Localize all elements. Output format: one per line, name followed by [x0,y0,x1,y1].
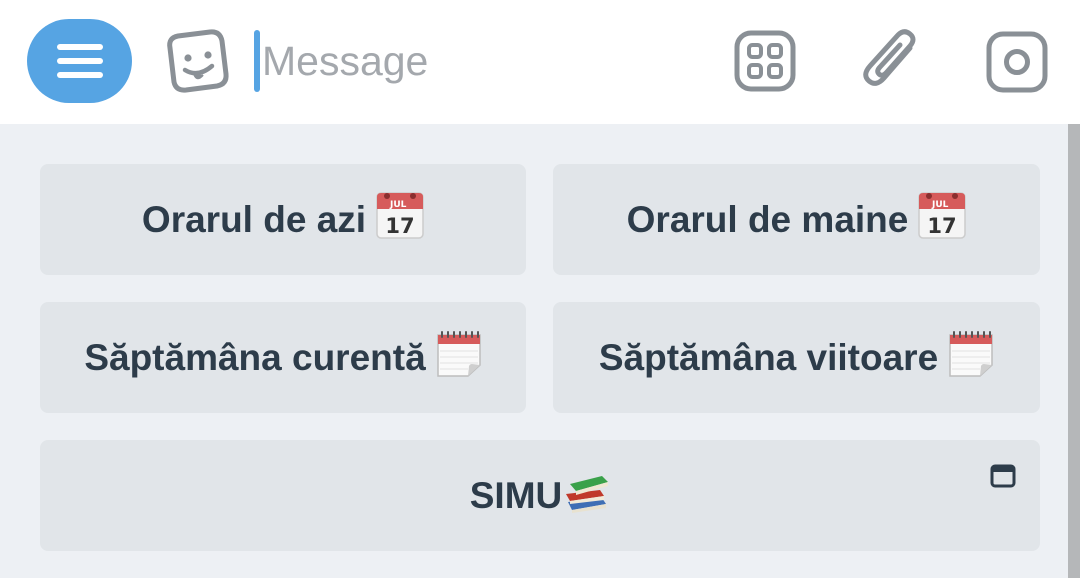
keyboard-button-orarul-de-azi[interactable]: Orarul de azi JUL 17 [40,164,526,275]
svg-text:17: 17 [385,214,414,238]
button-label: SIMU [469,474,563,516]
message-input-bar [0,0,1080,124]
keyboard-button-orarul-de-maine[interactable]: Orarul de maine JUL 17 [553,164,1040,275]
keyboard-button-simu[interactable]: SIMU [40,440,1040,551]
text-cursor [254,30,260,92]
keyboard-button-saptamana-viitoare[interactable]: Săptămâna viitoare [553,302,1040,413]
bot-keyboard: Orarul de azi JUL 17 Orarul de maine JUL… [0,124,1080,578]
button-label: Săptămâna curentă [84,336,426,378]
svg-text:JUL: JUL [931,200,949,210]
message-input[interactable] [262,30,702,92]
web-app-icon [990,464,1016,488]
spiral-calendar-icon [948,329,994,386]
keyboard-scrollbar[interactable] [1068,124,1080,578]
button-label: Săptămâna viitoare [598,336,939,378]
tear-off-calendar-icon: JUL 17 [918,191,967,248]
keyboard-button-saptamana-curenta[interactable]: Săptămâna curentă [40,302,526,413]
camera-icon[interactable] [986,31,1048,93]
books-icon [564,468,610,523]
button-label: Orarul de azi [141,198,367,240]
svg-text:JUL: JUL [389,200,407,210]
apps-icon[interactable] [734,30,796,92]
menu-icon [56,44,103,78]
tear-off-calendar-icon: JUL 17 [376,191,424,248]
bot-menu-button[interactable] [27,19,132,103]
svg-text:17: 17 [928,214,957,238]
paperclip-icon[interactable] [860,28,922,94]
sticker-icon[interactable] [160,28,230,98]
spiral-calendar-icon [436,329,482,386]
button-label: Orarul de maine [626,198,909,240]
